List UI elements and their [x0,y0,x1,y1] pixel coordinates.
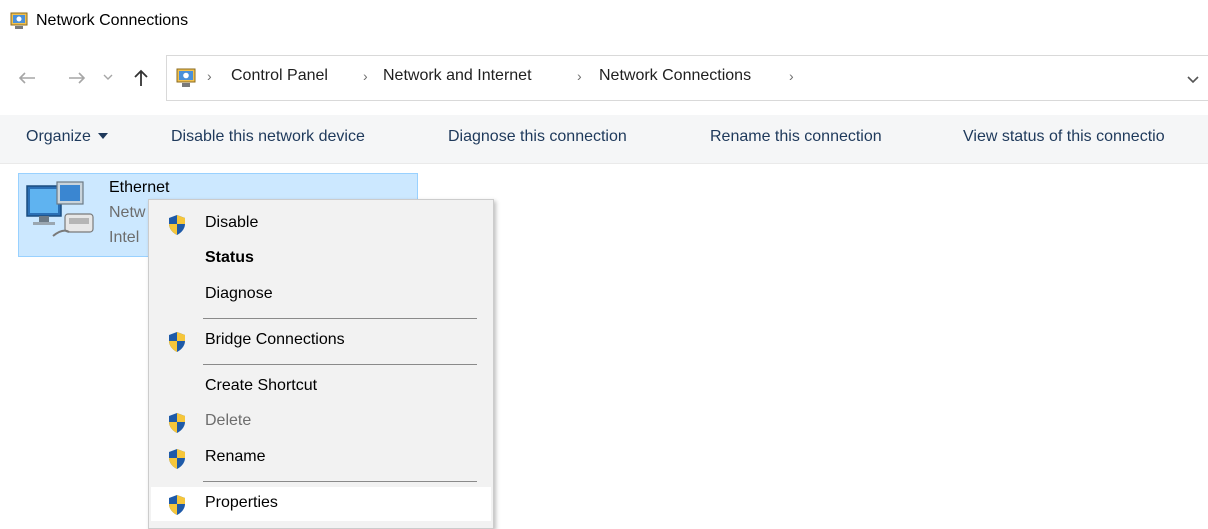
menu-item-diagnose[interactable]: Diagnose [151,278,491,312]
menu-separator [203,481,477,482]
network-folder-icon [176,68,196,87]
menu-label: Properties [205,494,278,511]
address-bar[interactable]: › Control Panel › Network and Internet ›… [166,55,1208,101]
organize-label: Organize [26,128,91,145]
shield-icon [169,413,185,433]
menu-separator [203,364,477,365]
organize-button[interactable]: Organize [26,128,108,146]
menu-label: Delete [205,412,252,429]
forward-button[interactable] [62,62,92,94]
shield-icon [169,495,185,515]
connection-name: Ethernet [109,179,170,196]
disable-device-button[interactable]: Disable this network device [171,128,365,146]
menu-label: Rename [205,448,266,465]
title-bar: Network Connections [0,0,1208,44]
menu-item-properties[interactable]: Properties [151,487,491,521]
menu-label: Diagnose [205,285,273,302]
recent-locations-button[interactable] [98,62,118,94]
menu-label: Disable [205,214,259,231]
breadcrumb-separator-icon: › [363,68,368,84]
arrow-left-icon [18,72,35,84]
menu-label: Create Shortcut [205,377,318,394]
connection-device: Intel [109,229,140,246]
breadcrumb-separator-icon: › [789,68,794,84]
ethernet-adapter-icon [26,181,94,237]
menu-label: Status [205,249,254,266]
shield-icon [169,332,185,352]
arrow-up-icon [134,69,148,86]
shield-icon [169,449,185,469]
menu-item-disable[interactable]: Disable [151,207,491,241]
chevron-down-icon[interactable] [1183,69,1203,89]
menu-item-status[interactable]: Status [151,242,491,276]
breadcrumb-control-panel[interactable]: Control Panel [231,67,328,85]
breadcrumb-separator-icon: › [207,68,212,84]
command-toolbar: Organize Disable this network device Dia… [0,115,1208,164]
breadcrumb-network-and-internet[interactable]: Network and Internet [383,67,532,85]
menu-label: Bridge Connections [205,331,345,348]
diagnose-button[interactable]: Diagnose this connection [448,128,627,146]
up-button[interactable] [126,62,156,94]
menu-item-rename[interactable]: Rename [151,441,491,475]
connection-status: Netw [109,204,146,221]
arrow-right-icon [69,72,86,84]
context-menu: Disable Status Diagnose Bridge Connectio… [148,199,494,529]
chevron-down-icon [103,74,113,81]
rename-button[interactable]: Rename this connection [710,128,882,146]
menu-separator [203,318,477,319]
breadcrumb-network-connections[interactable]: Network Connections [599,67,751,85]
menu-item-delete: Delete [151,405,491,439]
menu-item-create-shortcut[interactable]: Create Shortcut [151,370,491,404]
shield-icon [169,215,185,235]
breadcrumb-separator-icon: › [577,68,582,84]
back-button[interactable] [12,62,42,94]
view-status-button[interactable]: View status of this connectio [963,128,1165,146]
caret-down-icon [97,132,108,139]
menu-item-bridge-connections[interactable]: Bridge Connections [151,324,491,358]
window-title: Network Connections [36,12,189,29]
network-connections-icon [10,12,28,29]
